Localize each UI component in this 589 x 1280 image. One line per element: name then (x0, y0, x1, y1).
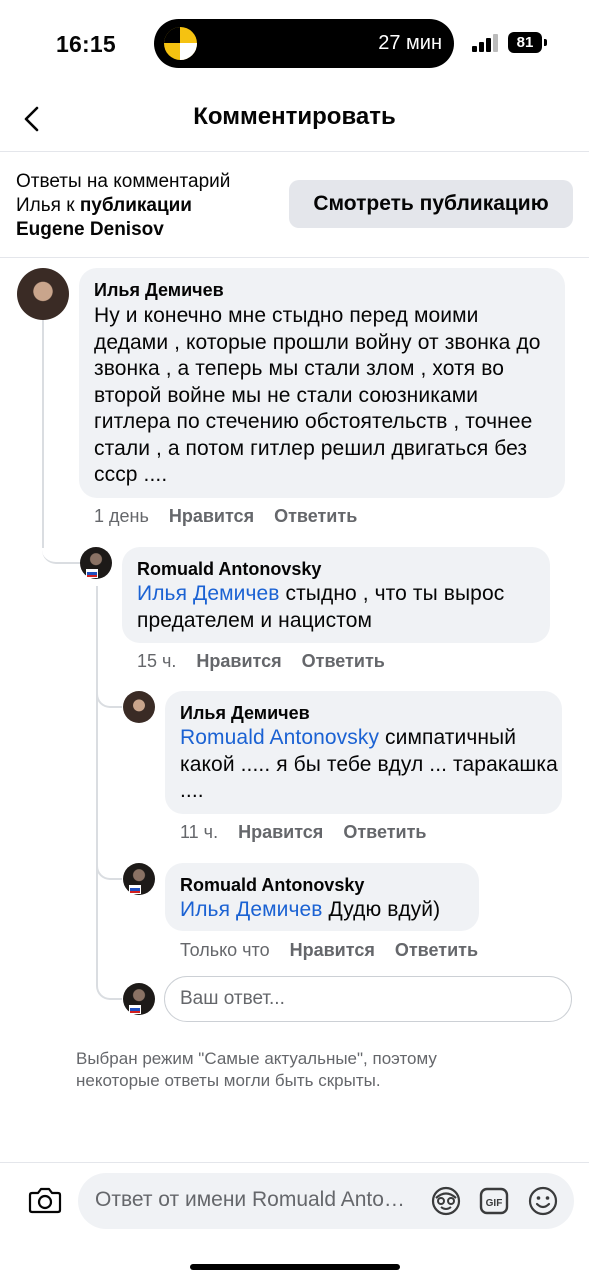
context-line-2: Илья к публикации (16, 194, 286, 218)
comment-body: Ну и конечно мне стыдно перед моими деда… (94, 304, 541, 486)
comment-text: Ну и конечно мне стыдно перед моими деда… (94, 303, 554, 489)
status-time: 16:15 (56, 31, 116, 57)
comment-body: Дудю вдуй) (322, 898, 441, 921)
activity-text: 27 мин (378, 32, 442, 54)
reply-button[interactable]: Ответить (343, 822, 426, 842)
comment-meta: 15 ч. Нравится Ответить (137, 651, 385, 672)
battery-tip (544, 39, 547, 46)
comment-time: 1 день (94, 506, 149, 526)
context-text: Ответы на комментарий Илья к публикации … (16, 170, 286, 242)
svg-text:GIF: GIF (486, 1198, 503, 1209)
composer-bar: Ответ от имени Romuald Antonovsky GIF (0, 1162, 589, 1280)
context-post-link[interactable]: публикации (80, 195, 192, 216)
context-line-2-prefix: Илья к (16, 195, 80, 216)
comment-author[interactable]: Romuald Antonovsky (180, 875, 364, 896)
thread-curve-1 (42, 528, 80, 564)
comment-meta: Только что Нравится Ответить (180, 940, 478, 961)
thread-line-main (42, 316, 44, 548)
like-button[interactable]: Нравится (238, 822, 323, 842)
context-line-3: Eugene Denisov (16, 218, 286, 242)
comment-bubble[interactable]: Илья Демичев Romuald Antonovsky симпатич… (165, 691, 562, 814)
thread-curve-4 (96, 970, 122, 1000)
comment-text: Romuald Antonovsky симпатичный какой ...… (180, 725, 558, 805)
comment-text: Илья Демичев стыдно , что ты вырос преда… (137, 581, 542, 634)
comment-author[interactable]: Илья Демичев (94, 280, 224, 301)
comment-time: 11 ч. (180, 822, 219, 842)
signal-icon (472, 34, 500, 52)
battery-icon: 81 (508, 32, 542, 53)
like-button[interactable]: Нравится (290, 940, 375, 960)
flag-icon (129, 885, 141, 894)
thread-curve-3 (96, 852, 122, 880)
avatar[interactable] (17, 268, 69, 320)
comment-time: Только что (180, 940, 270, 960)
like-button[interactable]: Нравится (169, 506, 254, 526)
flag-icon (86, 569, 98, 578)
thread-line-sub (96, 586, 98, 986)
mention-link[interactable]: Romuald Antonovsky (180, 726, 379, 749)
reply-button[interactable]: Ответить (302, 651, 385, 671)
status-bar: 16:15 27 мин 81 (0, 0, 589, 88)
view-post-button[interactable]: Смотреть публикацию (289, 180, 573, 228)
composer-input[interactable]: Ответ от имени Romuald Antonovsky (95, 1188, 415, 1212)
comment-composer[interactable]: Ответ от имени Romuald Antonovsky GIF (78, 1173, 574, 1229)
context-line-1: Ответы на комментарий (16, 171, 231, 192)
reply-input[interactable]: Ваш ответ... (164, 976, 572, 1022)
comment-time: 15 ч. (137, 651, 177, 671)
comment-meta: 1 день Нравится Ответить (94, 506, 357, 527)
gif-icon[interactable]: GIF (479, 1186, 509, 1216)
like-button[interactable]: Нравится (196, 651, 281, 671)
context-author-link[interactable]: Eugene Denisov (16, 219, 164, 240)
flag-icon (129, 1005, 141, 1014)
reply-button[interactable]: Ответить (395, 940, 478, 960)
header: Комментировать (0, 88, 589, 152)
comment-text: Илья Демичев Дудю вдуй) (180, 897, 475, 924)
reply-button[interactable]: Ответить (274, 506, 357, 526)
comment-meta: 11 ч. Нравится Ответить (180, 822, 427, 843)
emoji-icon[interactable] (527, 1185, 559, 1217)
taxi-app-icon (164, 27, 197, 60)
comment-author[interactable]: Romuald Antonovsky (137, 559, 321, 580)
comment-bubble[interactable]: Romuald Antonovsky Илья Демичев стыдно ,… (122, 547, 550, 643)
page-title: Комментировать (193, 103, 396, 130)
avatar-sticker-icon[interactable] (430, 1185, 462, 1217)
context-row: Ответы на комментарий Илья к публикации … (0, 152, 589, 258)
thread-curve-2 (96, 680, 122, 708)
filter-note: Выбран режим "Самые актуальные", поэтому… (76, 1049, 437, 1090)
mention-link[interactable]: Илья Демичев (137, 582, 280, 605)
avatar[interactable] (123, 691, 155, 723)
comment-author[interactable]: Илья Демичев (180, 703, 310, 724)
mention-link[interactable]: Илья Демичев (180, 898, 323, 921)
camera-icon[interactable] (28, 1185, 62, 1215)
comment-bubble[interactable]: Romuald Antonovsky Илья Демичев Дудю вду… (165, 863, 479, 931)
comment-bubble[interactable]: Илья Демичев Ну и конечно мне стыдно пер… (79, 268, 565, 498)
dynamic-island[interactable]: 27 мин (154, 19, 454, 68)
home-indicator (190, 1264, 400, 1270)
